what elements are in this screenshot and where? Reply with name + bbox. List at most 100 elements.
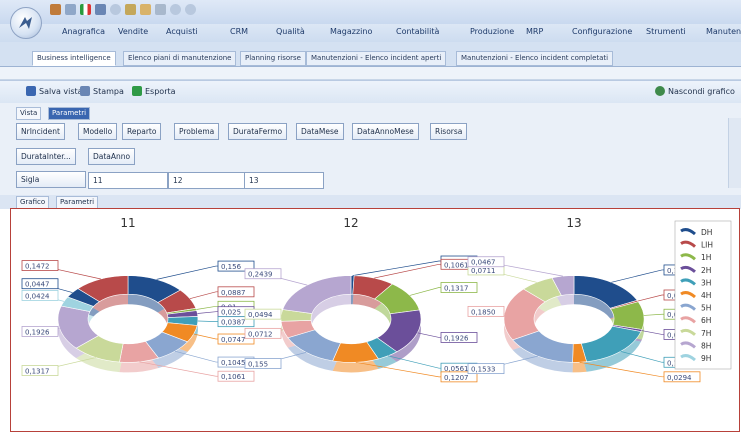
export-button[interactable]: Esporta — [132, 86, 176, 96]
field-sigla[interactable]: Sigla — [16, 171, 86, 188]
data-label: 0,0494 — [248, 311, 273, 319]
list-icon[interactable] — [65, 4, 76, 15]
field-nrincident[interactable]: NrIncident — [16, 123, 65, 140]
graph-tabs: Grafico Parametri — [0, 195, 741, 209]
menu-contabilita[interactable]: Contabilità — [396, 27, 439, 36]
data-label: 0,0712 — [248, 330, 273, 338]
quick-access-toolbar — [50, 4, 196, 15]
chart-icon — [655, 86, 665, 96]
chart-title-0: 11 — [120, 216, 135, 230]
data-label: 0,1317 — [444, 285, 469, 293]
menu-anagrafica[interactable]: Anagrafica — [62, 27, 105, 36]
leader-line — [196, 305, 218, 310]
donut-charts: 110,1560,08870,010,0250,03870,07470,1045… — [21, 216, 732, 383]
column-12: 12 — [168, 172, 248, 189]
data-label: 0,1926 — [25, 328, 50, 336]
app-logo-icon — [19, 17, 32, 29]
menu-produzione[interactable]: Produzione — [470, 27, 514, 36]
people-icon[interactable] — [125, 4, 136, 15]
menu-crm[interactable]: CRM — [230, 27, 248, 36]
pivot-panel: Vista Parametri NrIncident Modello Repar… — [0, 103, 741, 203]
legend-label: 4H — [701, 291, 711, 300]
field-datamese[interactable]: DataMese — [296, 123, 344, 140]
legend-label: 5H — [701, 304, 711, 313]
legend-label: DH — [701, 228, 712, 237]
leader-line — [193, 333, 218, 340]
menu-strumenti[interactable]: Strumenti — [646, 27, 686, 36]
info-icon[interactable] — [170, 4, 181, 15]
globe-icon[interactable] — [110, 4, 121, 15]
print-button[interactable]: Stampa — [80, 86, 124, 96]
pivot-scrollbar[interactable] — [728, 118, 741, 188]
menu-mrp[interactable]: MRP — [526, 27, 543, 36]
menu-configurazione[interactable]: Configurazione — [572, 27, 632, 36]
save-view-button[interactable]: Salva vista — [26, 86, 83, 96]
tab-parametri[interactable]: Parametri — [48, 107, 91, 120]
excel-icon — [132, 86, 142, 96]
tab-incident-aperti[interactable]: Manutenzioni - Elenco incident aperti — [306, 51, 447, 66]
data-label: 0,156 — [221, 263, 242, 271]
field-duratainter[interactable]: DurataInter... — [16, 148, 76, 165]
menu-vendite[interactable]: Vendite — [118, 27, 148, 36]
data-label: 0,0294 — [667, 374, 692, 382]
title-bar — [0, 0, 741, 24]
menu-acquisti[interactable]: Acquisti — [166, 27, 198, 36]
leader-line — [156, 265, 218, 280]
column-11: 11 — [88, 172, 168, 189]
grid-icon[interactable] — [95, 4, 106, 15]
view-toolbar: Salva vista Stampa Esporta Nascondi graf… — [0, 80, 741, 104]
tab-strip-spacer — [0, 67, 741, 80]
legend-label: 6H — [701, 316, 711, 325]
data-label: 0,0447 — [25, 281, 50, 289]
data-label: 0,0467 — [471, 259, 496, 267]
leader-line — [643, 313, 664, 316]
help-icon[interactable] — [185, 4, 196, 15]
data-label: 0,0711 — [471, 267, 496, 275]
tab-planning-risorse[interactable]: Planning risorse — [240, 51, 306, 66]
data-label: 0,1317 — [25, 368, 50, 376]
legend-label: 1H — [701, 253, 711, 262]
field-problema[interactable]: Problema — [174, 123, 220, 140]
data-label: 0,1533 — [471, 366, 496, 374]
main-menu: Anagrafica Vendite Acquisti CRM Qualità … — [0, 24, 741, 42]
data-label: 0,1926 — [444, 334, 469, 342]
print-icon — [80, 86, 90, 96]
menu-magazzino[interactable]: Magazzino — [330, 27, 372, 36]
legend-label: 3H — [701, 278, 711, 287]
chart-area: 110,1560,08870,010,0250,03870,07470,1045… — [10, 208, 740, 432]
data-label: 0,1850 — [471, 308, 496, 316]
leader-line — [197, 320, 218, 323]
data-label: 0,0887 — [221, 289, 246, 297]
field-dataannomese[interactable]: DataAnnoMese — [352, 123, 419, 140]
legend-label: 2H — [701, 266, 711, 275]
tab-business-intelligence[interactable]: Business intelligence — [32, 51, 116, 66]
data-label: 0,1207 — [444, 374, 469, 382]
data-label: 0,1045 — [221, 359, 246, 367]
field-modello[interactable]: Modello — [78, 123, 118, 140]
leader-line — [641, 330, 664, 335]
field-dataanno[interactable]: DataAnno — [88, 148, 136, 165]
document-tabs: Business intelligence Elenco piani di ma… — [0, 42, 741, 67]
data-label: 0,0424 — [25, 292, 50, 300]
legend-label: 8H — [701, 341, 711, 350]
tab-piani-manutenzione[interactable]: Elenco piani di manutenzione — [123, 51, 237, 66]
tools-icon[interactable] — [50, 4, 61, 15]
data-label: 0,025 — [221, 309, 241, 317]
italian-flag-icon[interactable] — [80, 4, 91, 15]
money-icon[interactable] — [140, 4, 151, 15]
field-reparto[interactable]: Reparto — [122, 123, 162, 140]
field-duratafermo[interactable]: DurataFermo — [228, 123, 288, 140]
mail-icon[interactable] — [155, 4, 166, 15]
menu-qualita[interactable]: Qualità — [276, 27, 305, 36]
field-risorsa[interactable]: Risorsa — [430, 123, 468, 140]
data-label: 0,1061 — [444, 261, 469, 269]
menu-manutenzione[interactable]: Manutenz — [706, 27, 741, 36]
data-label: 0,0387 — [221, 319, 246, 327]
tab-vista[interactable]: Vista — [16, 107, 42, 120]
tab-incident-completati[interactable]: Manutenzioni - Elenco incident completat… — [456, 51, 614, 66]
chart-legend: DH LIH 1H 2H 3H 4H 5H 6H 7H 8H 9H — [674, 220, 732, 370]
leader-line — [637, 294, 664, 302]
app-menu-button[interactable] — [10, 7, 42, 39]
hide-chart-button[interactable]: Nascondi grafico — [655, 86, 735, 96]
legend-label: 7H — [701, 329, 711, 338]
